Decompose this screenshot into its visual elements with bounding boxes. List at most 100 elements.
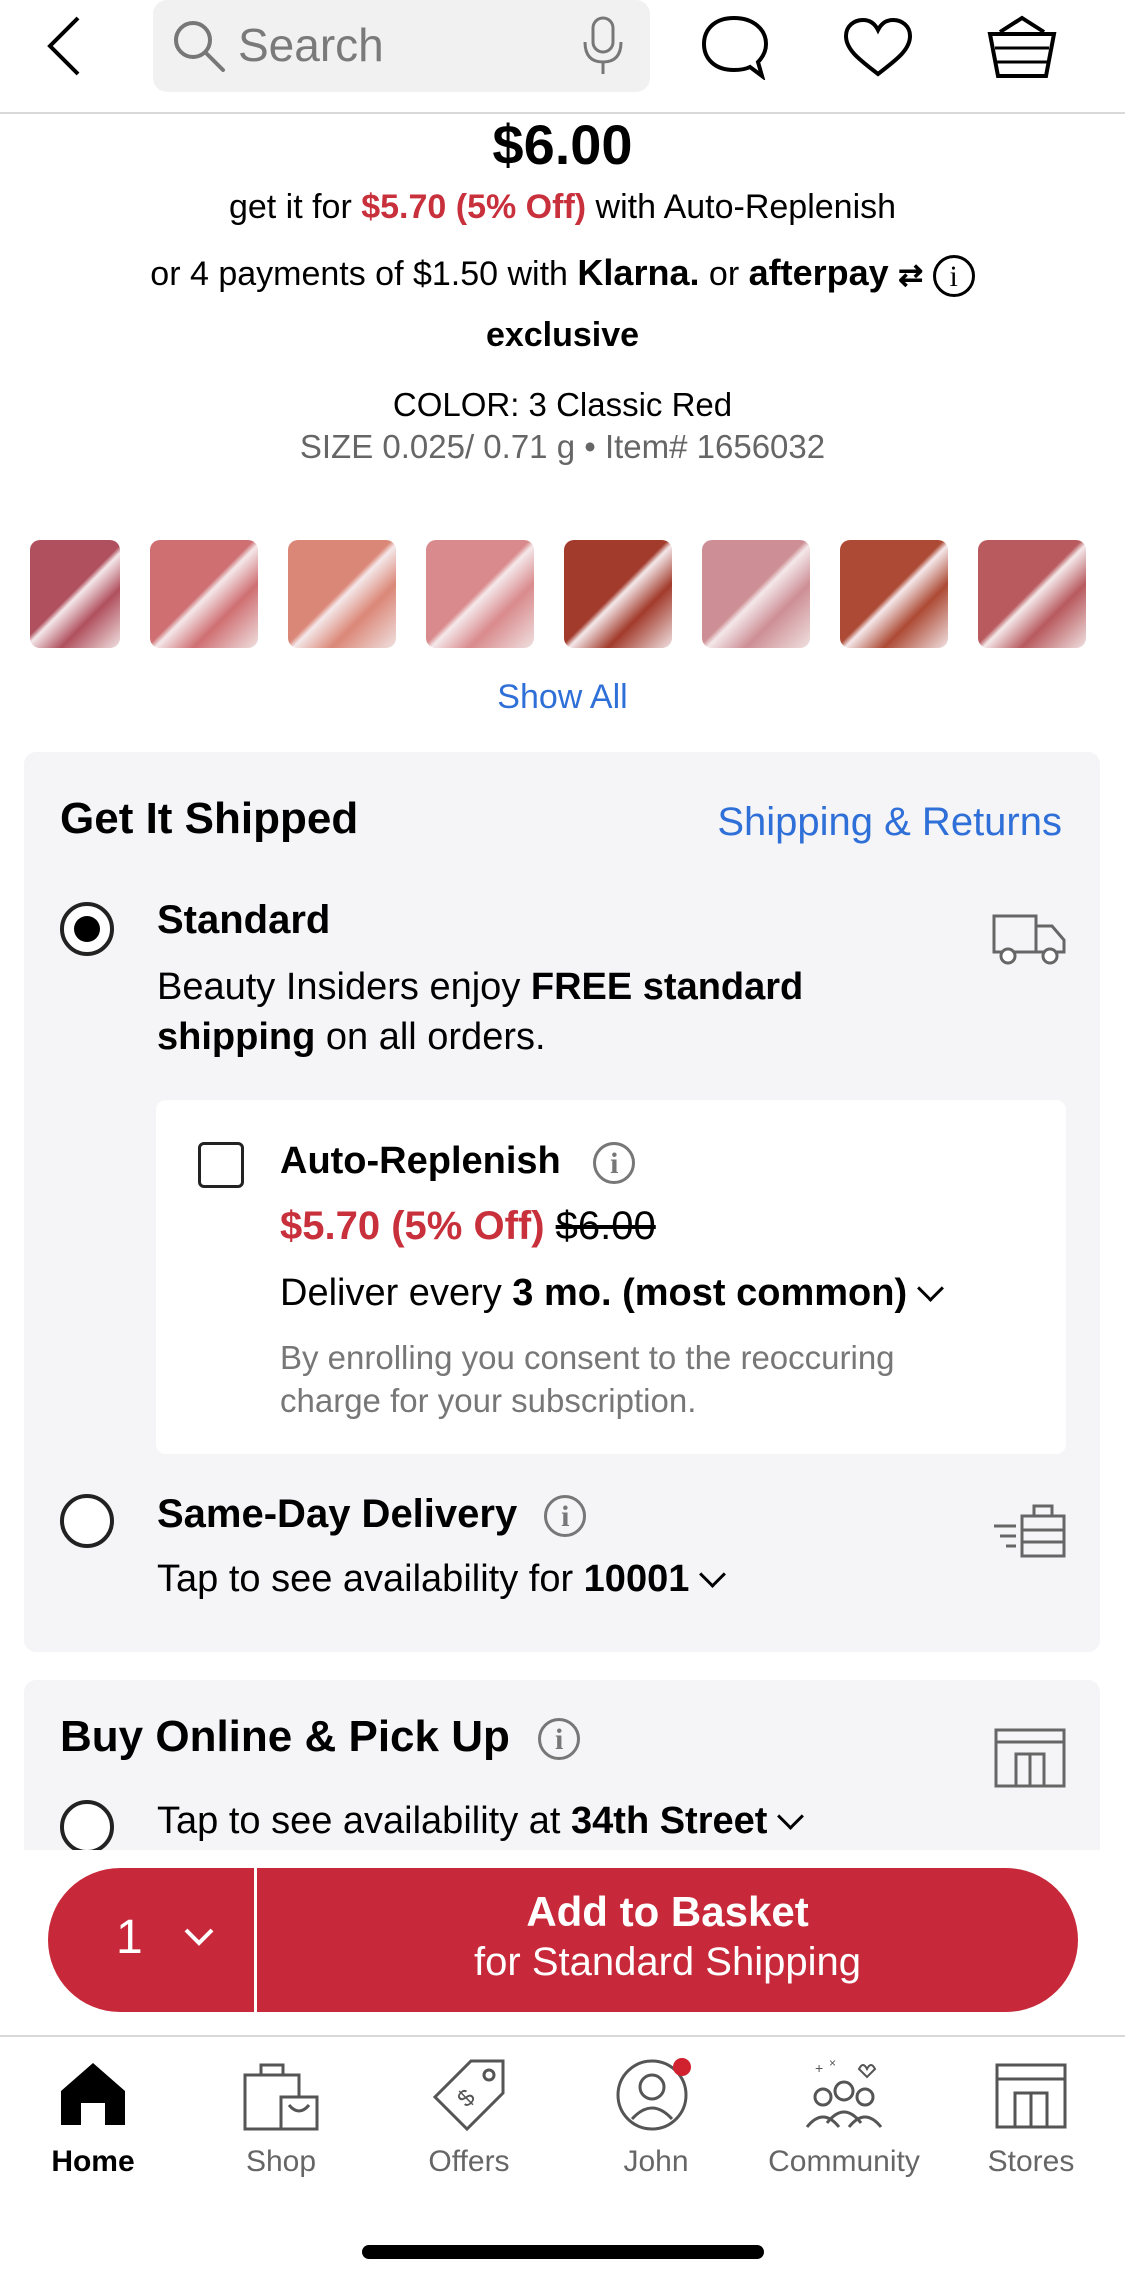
auto-replenish-info-icon[interactable]: i (593, 1141, 636, 1184)
search-input[interactable]: Search (238, 18, 384, 72)
pickup-title: Buy Online & Pick Up i (60, 1712, 581, 1762)
shipping-section-title: Get It Shipped (60, 794, 359, 843)
show-all-link[interactable]: Show All (0, 678, 1125, 717)
pickup-desc: Tap to see availability at (157, 1800, 572, 1842)
color-swatch[interactable] (840, 540, 948, 648)
klarna-logo[interactable]: Klarna. (577, 252, 699, 293)
standard-desc-text-2: on all orders. (315, 1016, 546, 1058)
home-indicator (362, 2245, 764, 2259)
top-nav-bar: Search (0, 0, 1125, 114)
consent-line-1: By enrolling you consent to the reoccuri… (280, 1339, 895, 1376)
auto-replenish-title: Auto-Replenish i (280, 1140, 636, 1184)
back-arrow-icon[interactable] (40, 14, 90, 78)
deliver-value: 3 mo. (most common) (512, 1272, 908, 1314)
pickup-store-select[interactable]: Tap to see availability at 34th Street (157, 1800, 805, 1843)
add-to-basket-label: Add to Basket (526, 1888, 809, 1935)
home-icon (61, 2063, 125, 2125)
quantity-value: 1 (116, 1911, 143, 1964)
size-item-label: SIZE 0.025/ 0.71 g • Item# 1656032 (299, 428, 826, 465)
pickup-radio[interactable] (60, 1800, 114, 1850)
tab-offers[interactable]: $ Offers (379, 2057, 559, 2178)
search-icon (174, 21, 225, 72)
autoreplenish-price: $5.70 (5% Off) (361, 188, 587, 226)
chevron-down-icon (184, 1928, 214, 1946)
tab-home[interactable]: Home (3, 2057, 183, 2178)
heart-icon[interactable] (842, 16, 914, 78)
same-day-title: Same-Day Delivery i (157, 1492, 587, 1538)
autoreplenish-prefix: get it for (228, 188, 352, 226)
search-bar[interactable]: Search (153, 0, 650, 92)
tab-label: Offers (428, 2145, 510, 2178)
afterpay-arrows-icon: ⇄ (898, 259, 924, 292)
product-price: $6.00 (492, 113, 633, 176)
profile-icon (616, 2058, 691, 2131)
payment-options: or 4 payments of $1.50 with Klarna. or a… (0, 252, 1125, 298)
quantity-select[interactable]: 1 (48, 1868, 254, 2012)
shipping-method-label: for Standard Shipping (474, 1940, 861, 1984)
shipping-returns-link[interactable]: Shipping & Returns (717, 800, 1062, 845)
delivery-truck-icon (992, 914, 1066, 965)
auto-replenish-checkbox[interactable] (198, 1142, 244, 1188)
pickup-option-row: Tap to see availability at 34th Street (60, 1800, 1120, 1850)
deliver-frequency-select[interactable]: Deliver every 3 mo. (most common) (280, 1272, 945, 1315)
afterpay-logo[interactable]: afterpay (749, 252, 889, 293)
basket-icon[interactable] (986, 12, 1058, 82)
chevron-down-icon (917, 1275, 945, 1303)
standard-desc-text: Beauty Insiders enjoy (157, 966, 531, 1008)
standard-title: Standard (157, 898, 331, 942)
standard-shipping-radio[interactable] (60, 902, 114, 956)
pickup-label: Buy Online & Pick Up (60, 1712, 510, 1761)
color-swatch[interactable] (978, 540, 1086, 648)
same-day-radio[interactable] (60, 1494, 114, 1548)
chat-icon[interactable] (700, 14, 770, 80)
svg-text:+: + (815, 2060, 823, 2076)
same-day-bag-icon (994, 1504, 1066, 1558)
exclusive-badge: exclusive (485, 316, 640, 354)
zip-code: 10001 (583, 1558, 690, 1600)
auto-replenish-label: Auto-Replenish (280, 1140, 561, 1182)
or-text: or (708, 255, 740, 293)
same-day-zip-select[interactable]: Tap to see availability for 10001 (157, 1558, 727, 1601)
same-day-label: Same-Day Delivery (157, 1492, 518, 1536)
standard-desc-bold: FREE standard (530, 966, 804, 1008)
standard-desc-bold-2: shipping (157, 1016, 316, 1058)
info-icon[interactable]: i (932, 255, 975, 298)
pickup-info-icon[interactable]: i (538, 1718, 581, 1761)
add-to-basket-bar: 1 Add to Basket for Standard Shipping (48, 1868, 1078, 2012)
chevron-down-icon (777, 1803, 805, 1831)
standard-description: Beauty Insiders enjoy FREE standard shipp… (157, 962, 977, 1062)
store-icon (994, 1728, 1066, 1788)
deliver-prefix: Deliver every (280, 1272, 513, 1314)
color-swatch[interactable] (288, 540, 396, 648)
svg-text:×: × (829, 2057, 836, 2070)
store-icon (995, 2063, 1067, 2129)
payments-text: or 4 payments of $1.50 with (150, 255, 568, 293)
same-day-info-icon[interactable]: i (544, 1495, 587, 1538)
tab-label: Community (768, 2145, 920, 2178)
auto-replenish-sale-price: $5.70 (5% Off) (280, 1204, 545, 1248)
color-swatch[interactable] (426, 540, 534, 648)
microphone-icon[interactable] (581, 14, 625, 78)
store-name: 34th Street (571, 1800, 768, 1842)
subscription-consent: By enrolling you consent to the reoccuri… (280, 1336, 895, 1422)
same-day-desc: Tap to see availability for (157, 1558, 584, 1600)
tab-shop[interactable]: Shop (191, 2057, 371, 2178)
tab-stores[interactable]: Stores (941, 2057, 1121, 2178)
chevron-down-icon (699, 1561, 727, 1589)
add-to-basket-button[interactable]: Add to Basket for Standard Shipping (257, 1868, 1078, 2012)
color-swatch[interactable] (702, 540, 810, 648)
consent-line-2: charge for your subscription. (280, 1382, 697, 1419)
color-label: COLOR: 3 Classic Red (392, 386, 733, 423)
tab-community[interactable]: + × Community (754, 2056, 934, 2178)
tab-profile[interactable]: John (566, 2057, 746, 2178)
auto-replenish-pricing: $5.70 (5% Off) $6.00 (280, 1204, 656, 1249)
color-swatch[interactable] (564, 540, 672, 648)
auto-replenish-old-price: $6.00 (555, 1204, 656, 1248)
svg-text:$: $ (452, 2084, 481, 2113)
autoreplenish-suffix: with Auto-Replenish (595, 188, 897, 226)
tab-label: Stores (987, 2145, 1075, 2178)
shop-bag-icon (243, 2063, 319, 2131)
offers-tag-icon: $ (432, 2059, 505, 2132)
color-swatch[interactable] (150, 540, 258, 648)
color-swatch[interactable] (30, 540, 120, 648)
